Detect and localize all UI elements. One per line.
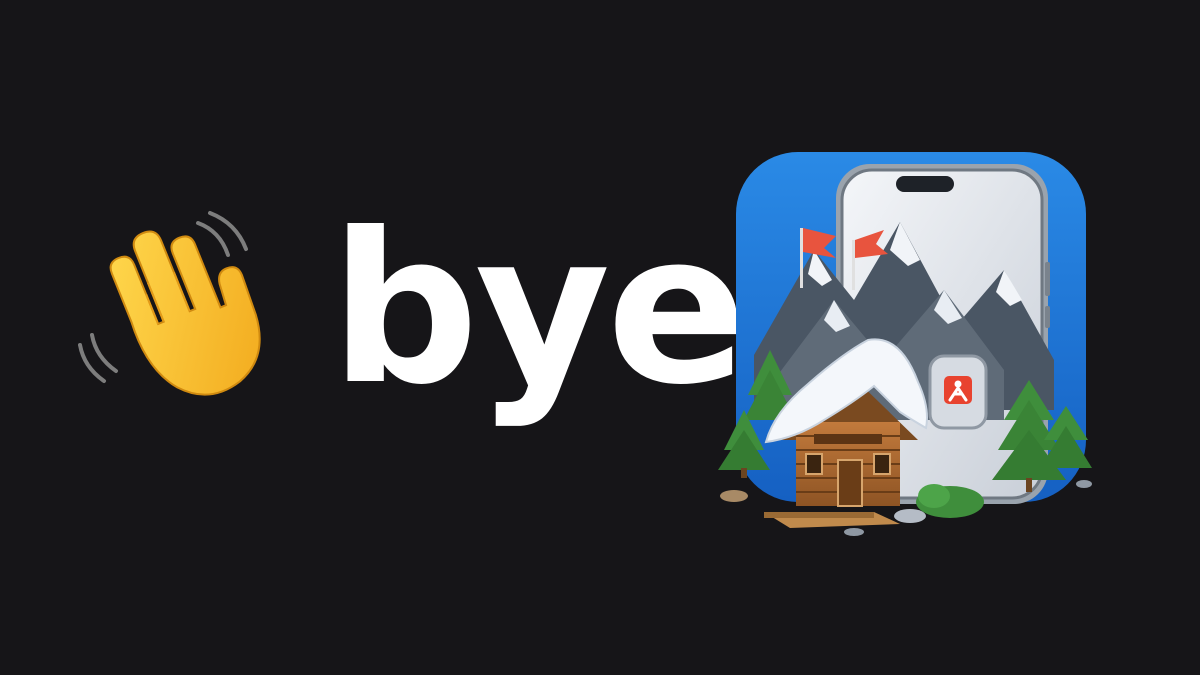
bye-title: bye [330,189,748,431]
alpine-cabin-app-icon [718,152,1092,536]
waving-hand-icon [78,211,261,396]
canvas: bye [0,0,1200,675]
